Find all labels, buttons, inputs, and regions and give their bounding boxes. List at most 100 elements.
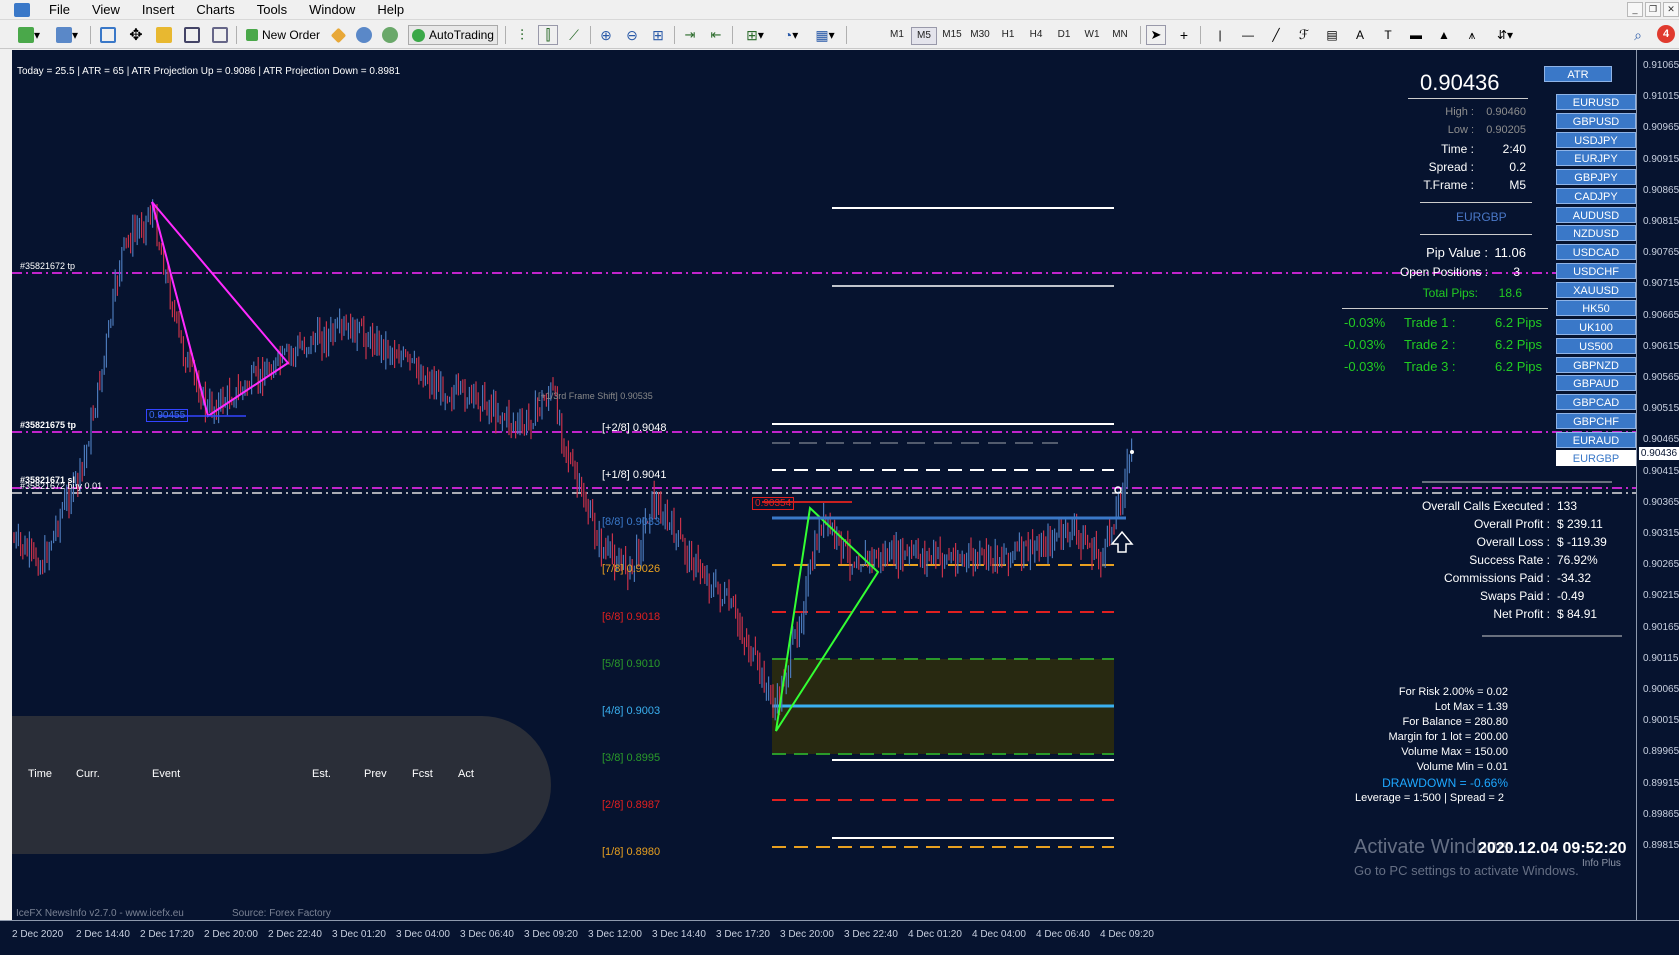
horizontal-line-button[interactable]: —	[1238, 25, 1258, 45]
symbol-label: EURGBP	[1456, 210, 1507, 224]
tf-m30[interactable]: M30	[967, 27, 993, 43]
tile-windows-button[interactable]: ⊞	[648, 25, 668, 45]
navigator-button[interactable]: ✥	[126, 25, 146, 45]
label-button[interactable]: T	[1378, 25, 1398, 45]
tf-m15[interactable]: M15	[939, 27, 965, 43]
menu-window[interactable]: Window	[298, 2, 366, 17]
murrey-level-label: [+2/8] 0.9048	[602, 422, 667, 434]
signals-button[interactable]	[354, 25, 374, 45]
symbol-button-us500[interactable]: US500	[1556, 337, 1636, 354]
symbol-button-gbpnzd[interactable]: GBPNZD	[1556, 356, 1636, 373]
symbol-button-audusd[interactable]: AUDUSD	[1556, 206, 1636, 223]
tf-m5[interactable]: M5	[911, 27, 937, 45]
tf-h4[interactable]: H4	[1023, 27, 1049, 43]
symbol-button-eurjpy[interactable]: EURJPY	[1556, 150, 1636, 167]
symbol-button-hk50[interactable]: HK50	[1556, 300, 1636, 317]
symbol-button-xauusd[interactable]: XAUUSD	[1556, 281, 1636, 298]
data-window-button[interactable]	[154, 25, 174, 45]
trade-1-label: Trade 1 :	[1404, 315, 1456, 330]
rectangle-button[interactable]: ▬	[1406, 25, 1426, 45]
symbol-button-gbpusd[interactable]: GBPUSD	[1556, 112, 1636, 129]
line-chart-button[interactable]: ⟋	[564, 25, 584, 45]
arrows-button[interactable]: ⇵ ▾	[1490, 25, 1520, 45]
symbol-button-gbpaud[interactable]: GBPAUD	[1556, 375, 1636, 392]
close-icon[interactable]: ✕	[1663, 2, 1679, 17]
profiles-button[interactable]: ▾	[52, 25, 82, 45]
symbol-button-uk100[interactable]: UK100	[1556, 319, 1636, 335]
menu-tools[interactable]: Tools	[246, 2, 298, 17]
triangle-button[interactable]: ▲	[1434, 25, 1454, 45]
triangle-icon: ▲	[1438, 28, 1450, 42]
current-price-tag: 0.90436	[1639, 447, 1679, 460]
channel-button[interactable]: ▤	[1322, 25, 1342, 45]
pitchfork-button[interactable]: ⩚	[1462, 25, 1482, 45]
risk-line: Volume Min = 0.01	[1416, 761, 1508, 773]
price-axis[interactable]: 0.91065 0.91015 0.90965 0.90915 0.90865 0.908…	[1636, 50, 1679, 920]
time-axis[interactable]: 2 Dec 2020 2 Dec 14:40 2 Dec 17:20 2 Dec 20…	[0, 920, 1679, 955]
templates-button[interactable]: ▦ ▾	[810, 25, 840, 45]
terminal-button[interactable]	[182, 25, 202, 45]
vertical-line-button[interactable]: |	[1210, 25, 1230, 45]
total-pips-label: Total Pips:	[1422, 286, 1478, 300]
symbol-button-gbpcad[interactable]: GBPCAD	[1556, 394, 1636, 410]
tile-icon: ⊞	[652, 26, 664, 43]
symbol-button-eurusd[interactable]: EURUSD	[1556, 94, 1636, 110]
menu-view[interactable]: View	[81, 2, 131, 17]
trade-3-pips: 6.2 Pips	[1495, 359, 1542, 374]
price-axis-label: 0.90865	[1643, 184, 1679, 196]
symbol-button-eurgbp[interactable]: EURGBP	[1556, 450, 1636, 467]
tf-h1[interactable]: H1	[995, 27, 1021, 43]
tf-mn[interactable]: MN	[1107, 27, 1133, 43]
tf-m1[interactable]: M1	[884, 27, 910, 43]
trendline-button[interactable]: ╱	[1266, 25, 1286, 45]
metaeditor-button[interactable]	[328, 25, 348, 45]
symbol-button-usdchf[interactable]: USDCHF	[1556, 262, 1636, 279]
symbol-button-usdjpy[interactable]: USDJPY	[1556, 131, 1636, 148]
bar-chart-button[interactable]: ⫶	[512, 25, 532, 45]
symbol-button-gbpjpy[interactable]: GBPJPY	[1556, 169, 1636, 185]
auto-scroll-button[interactable]: ⇥	[680, 25, 700, 45]
chart-area[interactable]: Today = 25.5 | ATR = 65 | ATR Projection…	[12, 50, 1636, 920]
fibonacci-button[interactable]: ℱ	[1294, 25, 1314, 45]
menu-file[interactable]: File	[38, 2, 81, 17]
tf-d1[interactable]: D1	[1051, 27, 1077, 43]
time-value: 2:40	[1502, 142, 1526, 156]
symbol-button-nzdusd[interactable]: NZDUSD	[1556, 225, 1636, 242]
periods-button[interactable]: ◔ ▾	[776, 25, 806, 45]
restore-icon[interactable]: ❐	[1645, 2, 1661, 17]
new-chart-button[interactable]: ▾	[14, 25, 44, 45]
strategy-tester-button[interactable]	[210, 25, 230, 45]
search-button[interactable]: ⌕	[1628, 25, 1648, 45]
symbol-button-usdcad[interactable]: USDCAD	[1556, 244, 1636, 260]
symbol-button-euraud[interactable]: EURAUD	[1556, 431, 1636, 448]
atr-button[interactable]: ATR	[1544, 66, 1612, 82]
price-axis-label: 0.90165	[1643, 621, 1679, 633]
text-button[interactable]: A	[1350, 25, 1370, 45]
alerts-badge[interactable]: 4	[1657, 25, 1675, 43]
symbol-button-cadjpy[interactable]: CADJPY	[1556, 187, 1636, 204]
autotrading-button[interactable]: AutoTrading	[408, 25, 498, 45]
new-order-button[interactable]: New Order	[244, 25, 322, 45]
new-order-icon	[245, 29, 258, 41]
tf-w1[interactable]: W1	[1079, 27, 1105, 43]
zoom-in-button[interactable]: ⊕	[596, 25, 616, 45]
menu-charts[interactable]: Charts	[185, 2, 245, 17]
zoom-out-button[interactable]: ⊖	[622, 25, 642, 45]
symbol-button-gbpchf[interactable]: GBPCHF	[1556, 412, 1636, 429]
price-axis-label: 0.89815	[1643, 840, 1679, 851]
crosshair-button[interactable]: +	[1174, 25, 1194, 45]
market-watch-button[interactable]	[98, 25, 118, 45]
chart-shift-button[interactable]: ⇤	[706, 25, 726, 45]
price-axis-label: 0.90515	[1643, 403, 1679, 415]
minimize-icon[interactable]: _	[1627, 2, 1643, 17]
menu-help[interactable]: Help	[366, 2, 415, 17]
price-axis-label: 0.90265	[1643, 559, 1679, 571]
candle-chart-button[interactable]: ⫿	[538, 25, 558, 45]
price-axis-label: 0.90415	[1643, 465, 1679, 477]
risk-line: For Risk 2.00% = 0.02	[1398, 686, 1508, 698]
menu-insert[interactable]: Insert	[131, 2, 186, 17]
market-button[interactable]	[380, 25, 400, 45]
news-col-event: Event	[152, 768, 181, 780]
cursor-button[interactable]: ➤	[1146, 25, 1166, 45]
indicators-button[interactable]: ⊞ ▾	[740, 25, 770, 45]
